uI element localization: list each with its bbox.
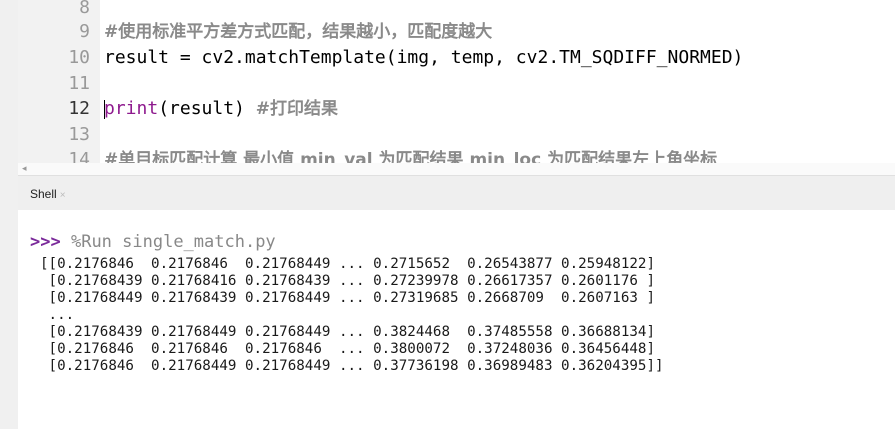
code-line: 8 — [18, 0, 895, 20]
shell-command-line: >>> %Run single_match.py — [30, 231, 276, 253]
tab-shell-label: Shell — [30, 187, 57, 201]
code-token: #使用标准平方差方式匹配，结果越小，匹配度越大 — [104, 22, 493, 42]
scroll-left-icon[interactable]: ◂ — [22, 163, 27, 175]
text-cursor — [104, 100, 105, 119]
editor-horizontal-scrollbar[interactable]: ◂ — [18, 163, 895, 175]
code-line: 11 — [18, 72, 895, 96]
line-number: 9 — [79, 21, 90, 42]
line-number: 11 — [68, 73, 90, 94]
line-code: #单目标匹配计算 最小值 min_val 为匹配结果 min_loc 为匹配结果… — [104, 148, 717, 163]
line-number: 14 — [68, 149, 90, 163]
line-code: result = cv2.matchTemplate(img, temp, cv… — [104, 46, 743, 70]
code-editor[interactable]: 8 9 #使用标准平方差方式匹配，结果越小，匹配度越大 10 result = cv2.… — [18, 0, 895, 163]
code-line: 9 #使用标准平方差方式匹配，结果越小，匹配度越大 — [18, 20, 895, 44]
code-token: result = cv2.matchTemplate(img, temp, cv… — [104, 47, 744, 68]
line-number: 10 — [68, 47, 90, 68]
tab-shell[interactable]: Shell × — [18, 176, 66, 211]
code-line: 13 — [18, 123, 895, 147]
line-number: 8 — [79, 0, 90, 18]
code-line: 14 #单目标匹配计算 最小值 min_val 为匹配结果 min_loc 为匹配… — [18, 148, 895, 163]
code-token: print — [104, 98, 159, 119]
line-number: 12 — [68, 98, 90, 119]
line-number: 13 — [68, 124, 90, 145]
close-icon[interactable]: × — [60, 190, 66, 201]
shell-prompt: >>> — [30, 232, 61, 252]
shell-tab-bar: Shell × — [18, 175, 895, 211]
code-line: 10 result = cv2.matchTemplate(img, temp, … — [18, 46, 895, 70]
left-margin-strip — [0, 0, 18, 429]
code-token: #单目标匹配计算 最小值 min_val 为匹配结果 min_loc 为匹配结果… — [104, 150, 718, 163]
line-code: print(result) #打印结果 — [104, 97, 338, 121]
shell-panel[interactable]: >>> %Run single_match.py [[0.2176846 0.2… — [18, 210, 895, 429]
code-token: #打印结果 — [255, 99, 338, 119]
code-token: (result) — [158, 98, 256, 119]
shell-output: [[0.2176846 0.2176846 0.21768449 ... 0.2… — [40, 256, 664, 374]
line-code: #使用标准平方差方式匹配，结果越小，匹配度越大 — [104, 20, 492, 44]
code-line: 12 print(result) #打印结果 — [18, 97, 895, 121]
shell-command: %Run single_match.py — [70, 232, 276, 252]
